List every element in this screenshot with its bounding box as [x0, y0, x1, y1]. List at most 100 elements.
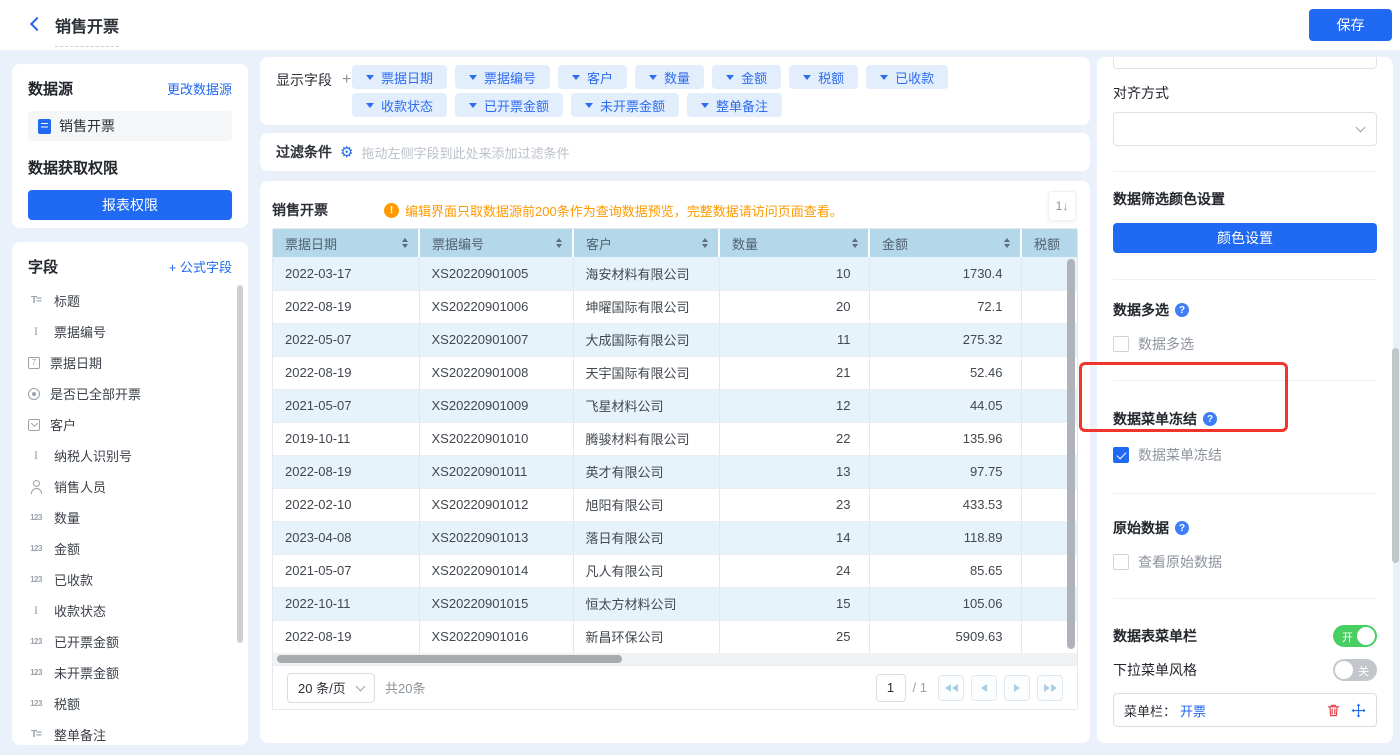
field-item[interactable]: 整单备注	[28, 719, 232, 745]
table-body: 2022-03-17 XS20220901005 海安材料有限公司 10 173…	[273, 257, 1077, 653]
display-field-chip[interactable]: 数量	[635, 65, 704, 89]
back-button[interactable]	[28, 16, 46, 34]
display-field-chip[interactable]: 整单备注	[687, 93, 782, 117]
table-row[interactable]: 2021-05-07 XS20220901014 凡人有限公司 24 85.65	[273, 554, 1077, 587]
sort-icon[interactable]	[702, 238, 708, 248]
datasource-item-label: 销售开票	[59, 116, 115, 136]
multi-select-checkbox[interactable]	[1113, 336, 1129, 352]
cell-amount: 433.53	[869, 488, 1021, 521]
table-row[interactable]: 2022-08-19 XS20220901016 新昌环保公司 25 5909.…	[273, 620, 1077, 653]
field-item[interactable]: 未开票金额	[28, 657, 232, 688]
next-page-button[interactable]	[1004, 675, 1030, 701]
display-field-chip[interactable]: 客户	[558, 65, 627, 89]
delete-icon[interactable]	[1326, 703, 1341, 718]
table-row[interactable]: 2022-08-19 XS20220901011 英才有限公司 13 97.75	[273, 455, 1077, 488]
field-item[interactable]: 客户	[28, 409, 232, 440]
add-display-field-button[interactable]: +	[342, 71, 351, 89]
menu-freeze-option[interactable]: 数据菜单冻结	[1113, 445, 1377, 465]
gear-icon[interactable]: ⚙	[340, 145, 353, 160]
table-row[interactable]: 2022-05-07 XS20220901007 大成国际有限公司 11 275…	[273, 323, 1077, 356]
page-scrollbar[interactable]	[1392, 348, 1399, 563]
menubar-toggle[interactable]: 开	[1333, 625, 1377, 647]
help-icon[interactable]: ?	[1203, 412, 1217, 426]
multi-select-option[interactable]: 数据多选	[1113, 334, 1377, 354]
column-header[interactable]: 票据编号	[419, 229, 573, 257]
datasource-item[interactable]: 销售开票	[28, 111, 232, 141]
table-row[interactable]: 2022-03-17 XS20220901005 海安材料有限公司 10 173…	[273, 257, 1077, 290]
display-field-chip[interactable]: 票据编号	[455, 65, 550, 89]
column-header[interactable]: 数量	[719, 229, 869, 257]
dropdown-style-toggle[interactable]: 关	[1333, 659, 1377, 681]
field-item[interactable]: 收款状态	[28, 595, 232, 626]
field-item[interactable]: 数量	[28, 502, 232, 533]
sort-order-tool[interactable]: 1↓	[1048, 191, 1076, 221]
prev-page-button[interactable]	[971, 675, 997, 701]
move-icon[interactable]	[1351, 703, 1366, 718]
sort-icon[interactable]	[1004, 238, 1010, 248]
help-icon[interactable]: ?	[1175, 521, 1189, 535]
display-field-chip[interactable]: 金额	[712, 65, 781, 89]
display-field-chip[interactable]: 税额	[789, 65, 858, 89]
first-page-button[interactable]	[938, 675, 964, 701]
report-permission-button[interactable]: 报表权限	[28, 190, 232, 220]
field-item[interactable]: 已收款	[28, 564, 232, 595]
table-row[interactable]: 2023-04-08 XS20220901013 落日有限公司 14 118.8…	[273, 521, 1077, 554]
table-row[interactable]: 2022-10-11 XS20220901015 恒太方材料公司 15 105.…	[273, 587, 1077, 620]
page-number-input[interactable]: 1	[876, 674, 906, 702]
chevron-down-icon	[366, 75, 374, 84]
raw-data-option[interactable]: 查看原始数据	[1113, 552, 1377, 572]
table-row[interactable]: 2022-02-10 XS20220901012 旭阳有限公司 23 433.5…	[273, 488, 1077, 521]
table-row[interactable]: 2022-08-19 XS20220901006 坤曜国际有限公司 20 72.…	[273, 290, 1077, 323]
display-field-chip[interactable]: 收款状态	[352, 93, 447, 117]
cell-quantity: 14	[719, 521, 869, 554]
field-item[interactable]: 是否已全部开票	[28, 378, 232, 409]
column-header[interactable]: 票据日期	[273, 229, 419, 257]
cell-date: 2023-04-08	[273, 521, 419, 554]
page-title: 销售开票	[55, 13, 119, 47]
field-item[interactable]: 票据日期	[28, 347, 232, 378]
cell-date: 2019-10-11	[273, 422, 419, 455]
table-row[interactable]: 2019-10-11 XS20220901010 腾骏材料有限公司 22 135…	[273, 422, 1077, 455]
change-datasource-link[interactable]: 更改数据源	[167, 79, 232, 98]
field-item[interactable]: 票据编号	[28, 316, 232, 347]
field-item[interactable]: 已开票金额	[28, 626, 232, 657]
menu-freeze-checkbox[interactable]	[1113, 447, 1129, 463]
menu-freeze-label: 数据菜单冻结	[1138, 445, 1222, 465]
display-field-chip[interactable]: 已开票金额	[455, 93, 563, 117]
sort-icon[interactable]	[402, 238, 408, 248]
help-icon[interactable]: ?	[1175, 303, 1189, 317]
divider	[1113, 380, 1377, 381]
cell-customer: 恒太方材料公司	[573, 587, 719, 620]
column-header[interactable]: 金额	[869, 229, 1021, 257]
add-formula-field-link[interactable]: + 公式字段	[169, 257, 232, 276]
field-label: 数量	[54, 508, 80, 527]
field-label: 整单备注	[54, 725, 106, 744]
field-item[interactable]: 标题	[28, 285, 232, 316]
sort-icon[interactable]	[556, 238, 562, 248]
field-item[interactable]: 销售人员	[28, 471, 232, 502]
table-row[interactable]: 2022-08-19 XS20220901008 天宇国际有限公司 21 52.…	[273, 356, 1077, 389]
display-field-chip[interactable]: 已收款	[866, 65, 948, 89]
color-settings-button[interactable]: 颜色设置	[1113, 223, 1377, 253]
raw-data-checkbox[interactable]	[1113, 554, 1129, 570]
menu-item-box[interactable]: 菜单栏： 开票	[1113, 693, 1377, 727]
field-item[interactable]: 金额	[28, 533, 232, 564]
column-header[interactable]: 税额	[1021, 229, 1077, 257]
cell-customer: 旭阳有限公司	[573, 488, 719, 521]
column-header[interactable]: 客户	[573, 229, 719, 257]
page-size-select[interactable]: 20 条/页	[287, 673, 375, 703]
align-select[interactable]	[1113, 112, 1377, 146]
fields-scrollbar[interactable]	[237, 285, 243, 643]
save-button[interactable]: 保存	[1309, 9, 1392, 41]
table-scrollbar[interactable]	[1067, 259, 1075, 649]
display-field-chip[interactable]: 未开票金额	[571, 93, 679, 117]
cell-customer: 落日有限公司	[573, 521, 719, 554]
table-row[interactable]: 2021-05-07 XS20220901009 飞星材料公司 12 44.05	[273, 389, 1077, 422]
horizontal-scrollbar[interactable]	[277, 655, 622, 663]
fields-panel: 字段 + 公式字段 标题 票据编号 票据日期	[12, 242, 248, 745]
last-page-button[interactable]	[1037, 675, 1063, 701]
display-field-chip[interactable]: 票据日期	[352, 65, 447, 89]
sort-icon[interactable]	[852, 238, 858, 248]
field-item[interactable]: 纳税人识别号	[28, 440, 232, 471]
field-item[interactable]: 税额	[28, 688, 232, 719]
